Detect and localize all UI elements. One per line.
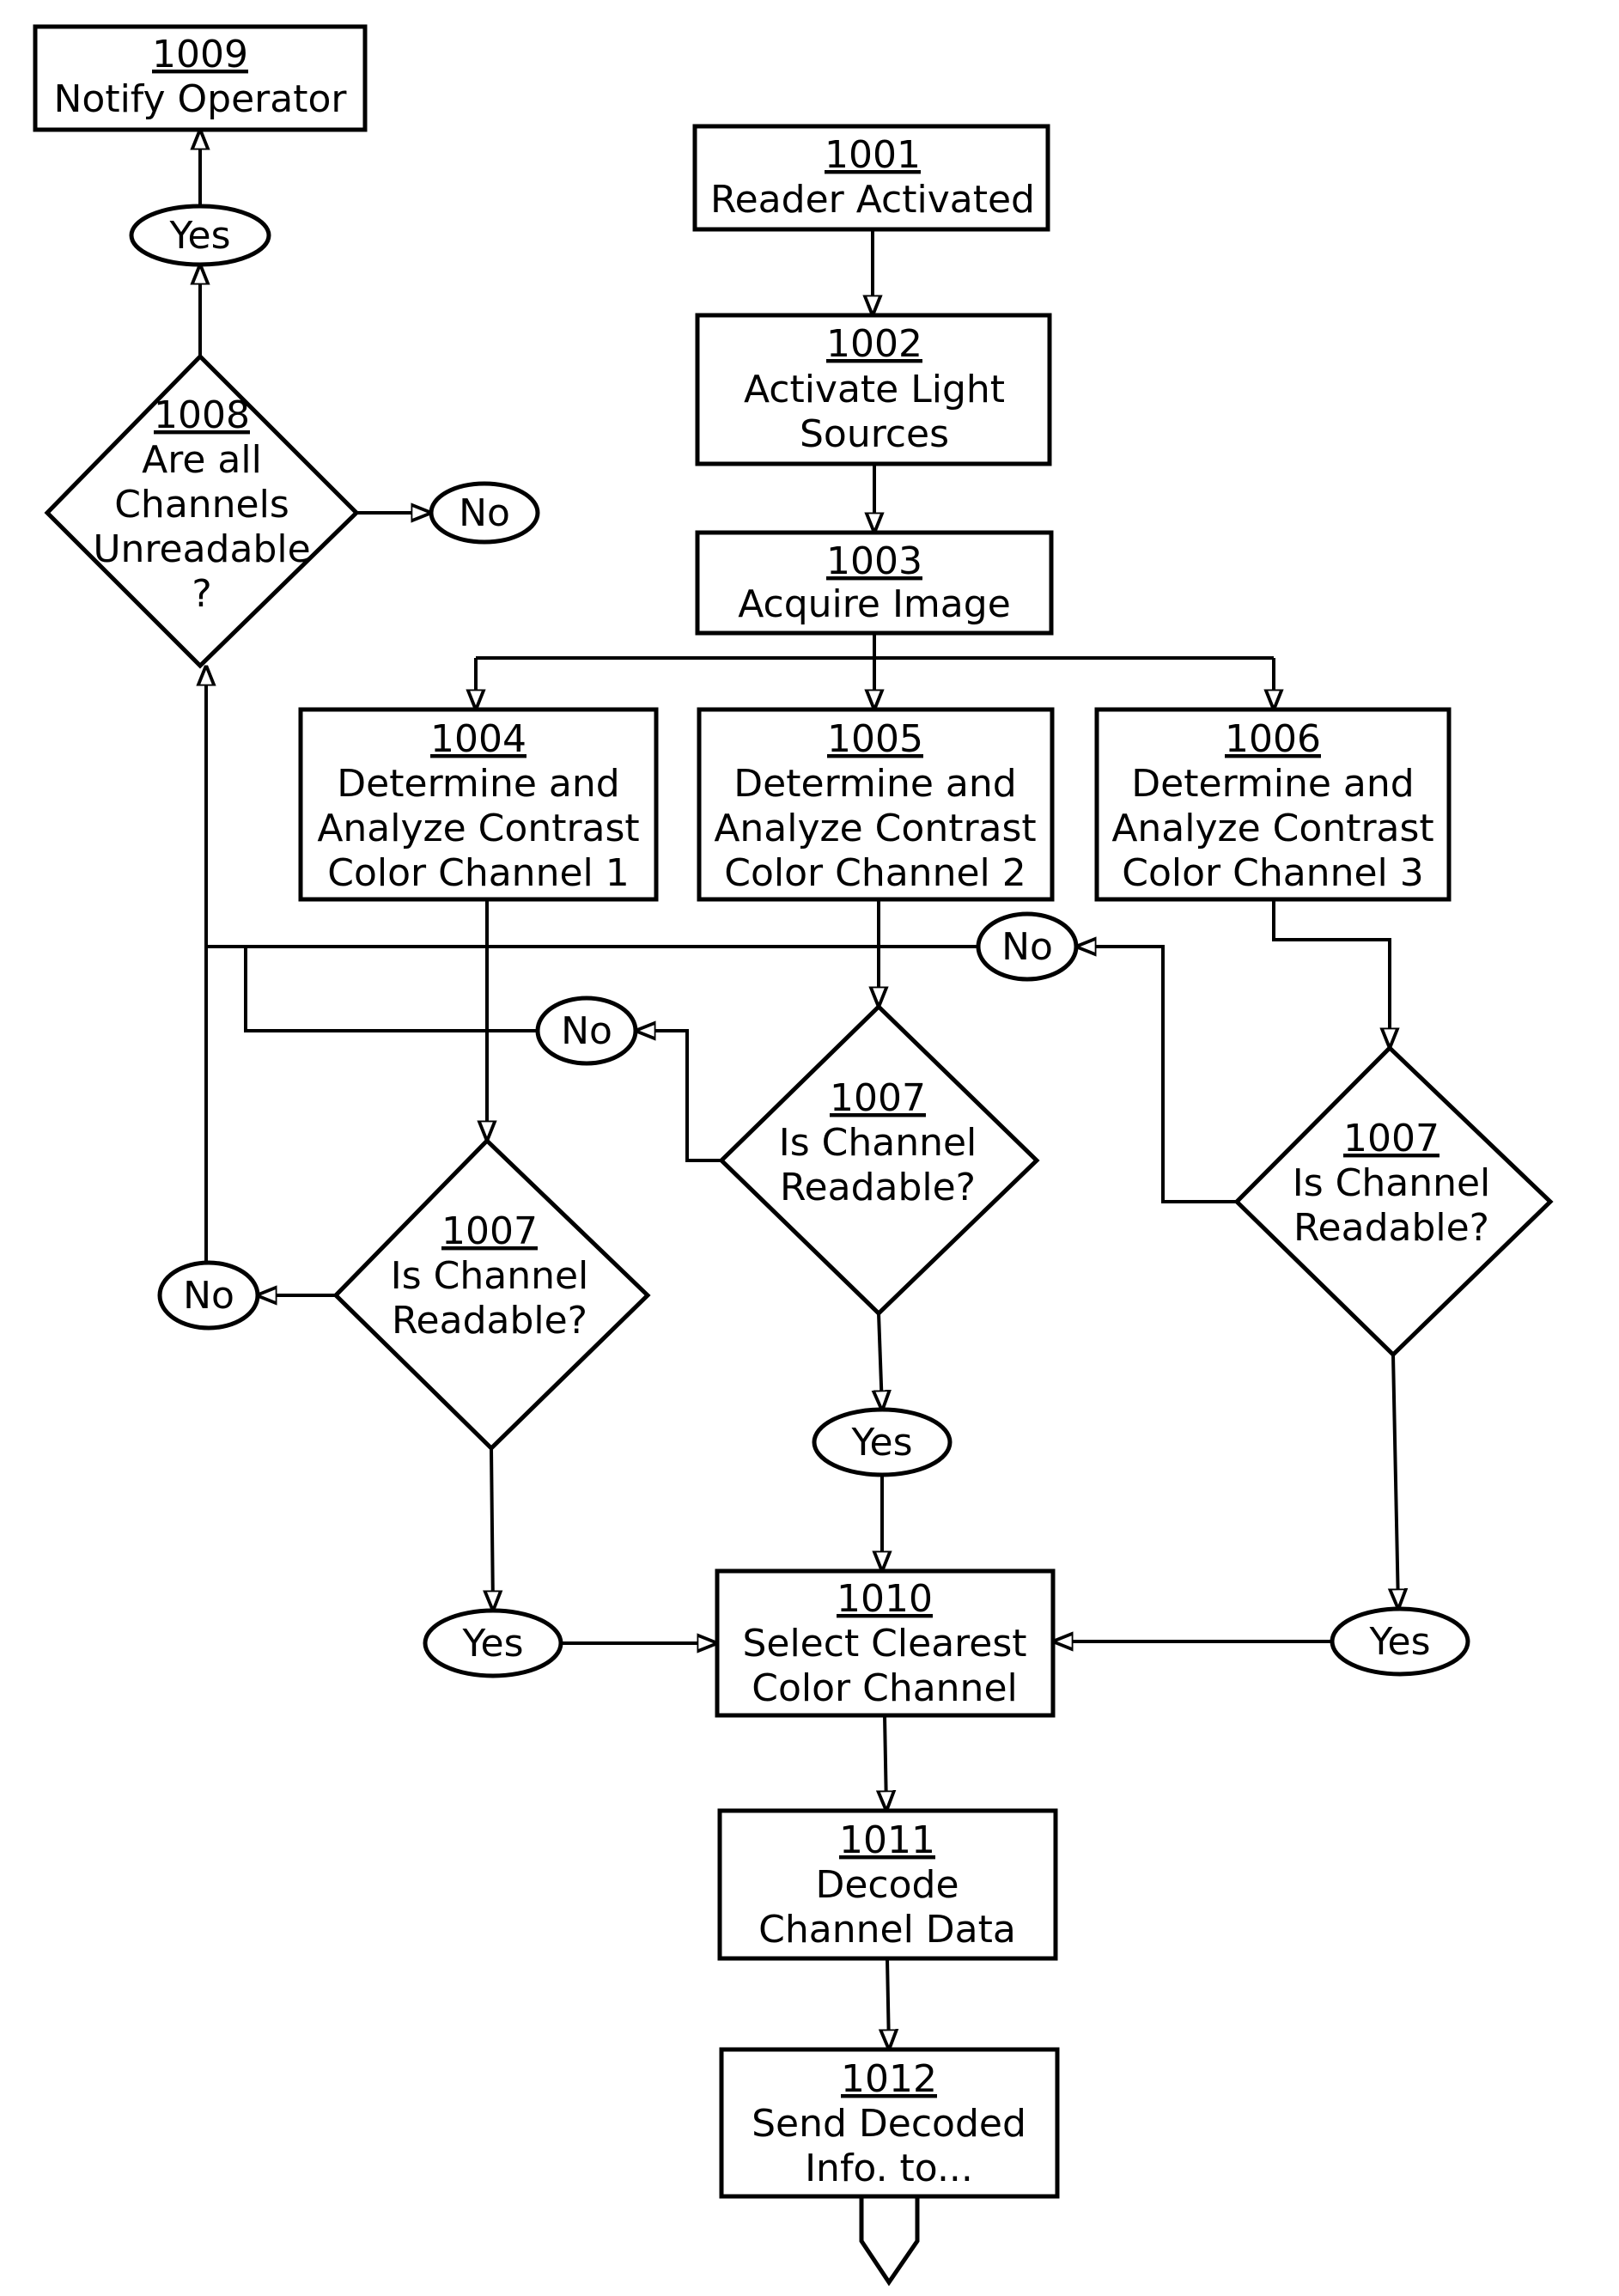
node-label-line-2: Analyze Contrast xyxy=(714,807,1036,850)
node-label-line-2: Readable? xyxy=(780,1166,976,1209)
node-label-line-2: Color Channel xyxy=(752,1666,1018,1710)
node-id: 1003 xyxy=(826,539,922,583)
node-label-line-1: Is Channel xyxy=(1293,1161,1491,1205)
yes-label-1008: Yes xyxy=(129,204,271,267)
node-1003[interactable]: 1003 Acquire Image xyxy=(695,530,1054,636)
node-label-line-3: Color Channel 3 xyxy=(1122,851,1423,895)
no-text: No xyxy=(561,1009,612,1053)
decision-1008[interactable]: 1008 Are all Channels Unreadable ? xyxy=(44,353,360,669)
off-page-connector xyxy=(859,2194,920,2287)
node-label-line-2: Readable? xyxy=(392,1299,587,1343)
node-1010[interactable]: 1010 Select Clearest Color Channel xyxy=(715,1568,1056,1718)
node-id: 1009 xyxy=(152,33,248,76)
edge-no-b-to-main xyxy=(244,947,536,1032)
edge-1007a-yes xyxy=(491,1447,493,1609)
node-1011[interactable]: 1011 Decode Channel Data xyxy=(717,1808,1058,1961)
edge-1007c-no xyxy=(1078,947,1237,1203)
node-label-line-1: Determine and xyxy=(337,762,619,806)
node-label-line-4: ? xyxy=(192,572,211,616)
node-1004[interactable]: 1004 Determine and Analyze Contrast Colo… xyxy=(298,707,659,902)
decision-1007-channel-3[interactable]: 1007 Is Channel Readable? xyxy=(1233,1044,1554,1358)
node-id: 1002 xyxy=(826,322,922,366)
decision-1007-channel-2[interactable]: 1007 Is Channel Readable? xyxy=(718,1003,1040,1317)
node-id: 1010 xyxy=(837,1577,933,1621)
edge-1007c-yes xyxy=(1393,1354,1398,1607)
yes-text: Yes xyxy=(850,1421,912,1465)
yes-label-channel-3: Yes xyxy=(1330,1606,1470,1677)
node-id: 1004 xyxy=(430,717,526,761)
no-label-channel-1: No xyxy=(157,1260,260,1331)
decision-1007-channel-1[interactable]: 1007 Is Channel Readable? xyxy=(332,1137,651,1452)
node-1006[interactable]: 1006 Determine and Analyze Contrast Colo… xyxy=(1094,707,1452,902)
yes-label-channel-1: Yes xyxy=(423,1608,563,1678)
node-label: Acquire Image xyxy=(738,582,1011,626)
node-id: 1007 xyxy=(441,1209,538,1253)
node-1005[interactable]: 1005 Determine and Analyze Contrast Colo… xyxy=(697,707,1055,902)
node-id: 1011 xyxy=(839,1818,935,1862)
node-label-line-3: Unreadable xyxy=(93,527,310,571)
edge-1007b-no xyxy=(637,1031,721,1162)
node-label-line-2: Sources xyxy=(800,412,949,456)
node-id: 1008 xyxy=(154,393,250,437)
yes-text: Yes xyxy=(461,1622,523,1666)
node-label-line-1: Determine and xyxy=(1131,762,1414,806)
flowchart-canvas: 1009 Notify Operator 1001 Reader Activat… xyxy=(33,24,1554,2287)
node-1012[interactable]: 1012 Send Decoded Info. to... xyxy=(719,2047,1060,2199)
node-1001[interactable]: 1001 Reader Activated xyxy=(692,124,1050,232)
yes-label-channel-2: Yes xyxy=(812,1407,953,1477)
node-label-line-1: Is Channel xyxy=(391,1254,589,1298)
node-id: 1006 xyxy=(1225,717,1321,761)
node-label-line-2: Analyze Contrast xyxy=(1111,807,1433,850)
no-text: No xyxy=(459,491,510,535)
node-label-line-1: Are all xyxy=(142,438,262,482)
node-label: Notify Operator xyxy=(54,77,348,121)
node-label-line-2: Analyze Contrast xyxy=(317,807,639,850)
node-id: 1007 xyxy=(1343,1117,1439,1160)
node-label-line-1: Determine and xyxy=(733,762,1016,806)
node-id: 1005 xyxy=(827,717,923,761)
edge-1010-1011 xyxy=(885,1714,886,1809)
yes-text: Yes xyxy=(168,214,230,258)
edge-1011-1012 xyxy=(887,1958,889,2048)
no-text: No xyxy=(183,1274,234,1318)
node-label-line-1: Is Channel xyxy=(779,1121,977,1165)
node-id: 1012 xyxy=(841,2057,937,2101)
node-id: 1007 xyxy=(830,1076,926,1120)
node-label-line-1: Select Clearest xyxy=(742,1622,1026,1666)
no-label-channel-2: No xyxy=(535,996,638,1066)
node-label-line-3: Color Channel 2 xyxy=(724,851,1026,895)
node-label-line-2: Channels xyxy=(114,483,289,527)
edge-1006-1007c xyxy=(1272,899,1390,1046)
node-label-line-1: Decode xyxy=(815,1863,959,1907)
node-id: 1001 xyxy=(825,133,921,177)
node-label-line-2: Channel Data xyxy=(758,1908,1016,1952)
node-label-line-2: Readable? xyxy=(1293,1206,1489,1250)
node-label-line-1: Activate Light xyxy=(744,368,1005,411)
node-label-line-3: Color Channel 1 xyxy=(327,851,629,895)
yes-text: Yes xyxy=(1368,1620,1430,1664)
node-1009[interactable]: 1009 Notify Operator xyxy=(33,24,368,132)
no-text: No xyxy=(1001,925,1053,969)
node-label-line-2: Info. to... xyxy=(805,2147,973,2190)
node-1002[interactable]: 1002 Activate Light Sources xyxy=(695,313,1052,466)
node-label-line-1: Send Decoded xyxy=(752,2102,1026,2146)
no-label-channel-3: No xyxy=(976,911,1079,982)
edge-1007b-yes xyxy=(879,1312,882,1409)
node-label: Reader Activated xyxy=(710,178,1035,222)
no-label-1008: No xyxy=(429,481,540,545)
